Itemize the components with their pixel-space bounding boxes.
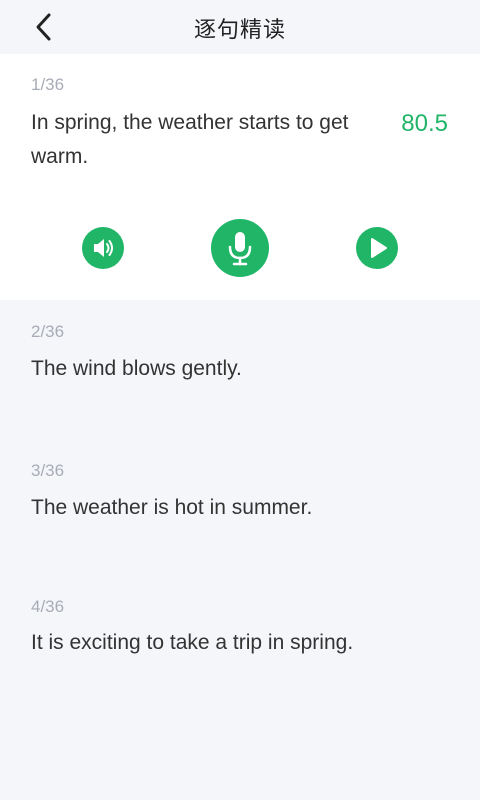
play-original-audio-button[interactable] [82,227,124,269]
sentence-text: In spring, the weather starts to get war… [31,111,349,168]
sentence-text: The wind blows gently. [31,357,242,380]
speaker-icon [94,239,113,257]
play-recording-button[interactable] [356,227,398,269]
page-title: 逐句精读 [193,18,286,43]
header-bar: 逐句精读 [0,0,480,54]
sentence-index: 3/36 [31,461,65,480]
page: 逐句精读 1/36 In spring, the weather starts … [0,0,480,800]
sentence-index: 1/36 [31,75,65,94]
play-icon [371,238,387,258]
sentence-text: The weather is hot in summer. [31,496,313,519]
microphone-icon [228,232,252,266]
sentence-index: 4/36 [31,597,65,616]
sentence-index: 2/36 [31,322,65,341]
record-button[interactable] [211,219,269,277]
sentence-card-active[interactable]: 1/36 In spring, the weather starts to ge… [0,54,480,300]
pronunciation-score: 80.5 [401,110,448,137]
sentence-text: It is exciting to take a trip in spring. [31,631,354,654]
